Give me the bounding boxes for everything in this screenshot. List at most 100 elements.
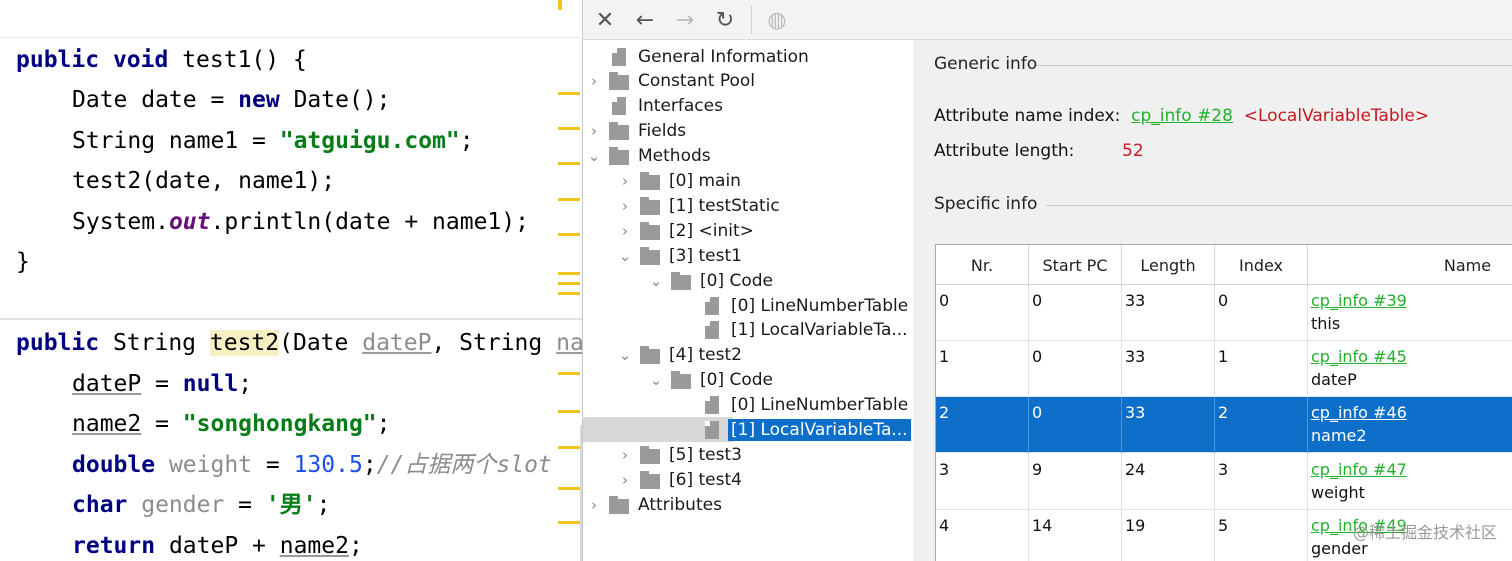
table-row[interactable]: 2 0 33 2 cp_info #46 name2: [936, 397, 1512, 454]
gutter-marker[interactable]: [558, 92, 580, 95]
gutter-marker[interactable]: [558, 282, 580, 285]
tree-node[interactable]: General Information: [585, 44, 809, 69]
tree-node-label: General Information: [638, 46, 809, 67]
table-row[interactable]: 3 9 24 3 cp_info #47 weight: [936, 453, 1512, 510]
gutter-marker[interactable]: [558, 162, 580, 165]
tree-node[interactable]: › [0] main: [616, 169, 741, 194]
variable-name: name2: [1311, 426, 1367, 446]
tree-node[interactable]: [1] LocalVariableTa...: [678, 418, 911, 443]
cell-nr: 0: [936, 285, 1029, 341]
code-line[interactable]: dateP = null;: [72, 370, 252, 398]
chevron-down-icon[interactable]: ⌄: [585, 147, 603, 165]
column-header-start-pc[interactable]: Start PC: [1029, 245, 1122, 285]
tree-node[interactable]: › Fields: [585, 119, 686, 144]
chevron-right-icon[interactable]: ›: [585, 122, 603, 140]
code-line[interactable]: Date date = new Date();: [72, 86, 391, 114]
code-line[interactable]: String name1 = "atguigu.com";: [72, 127, 474, 155]
column-header-name[interactable]: Name: [1308, 245, 1512, 285]
chevron-right-icon[interactable]: ›: [585, 496, 603, 514]
keyword: double: [72, 452, 156, 478]
document-icon: [609, 47, 629, 66]
code-line[interactable]: public void test1() {: [16, 46, 307, 74]
tree-node[interactable]: ⌄ [3] test1: [616, 243, 742, 268]
tree-node[interactable]: › [6] test4: [616, 467, 742, 492]
cell-start-pc: 9: [1029, 453, 1122, 510]
folder-icon: [609, 122, 629, 141]
tree-node[interactable]: › [5] test3: [616, 442, 742, 467]
chevron-down-icon[interactable]: ⌄: [647, 272, 665, 290]
code-line[interactable]: char gender = '男';: [72, 491, 330, 519]
table-row[interactable]: 1 0 33 1 cp_info #45 dateP: [936, 341, 1512, 398]
tree-node-label: [5] test3: [669, 444, 742, 465]
tree-node[interactable]: ⌄ [0] Code: [647, 368, 773, 393]
code-line[interactable]: System.out.println(date + name1);: [72, 208, 529, 236]
bytecode-viewer: ✕ ← → ↻ ◍ General Information › Constant P…: [582, 0, 1512, 561]
keyword: void: [112, 47, 169, 73]
close-icon[interactable]: ✕: [591, 6, 619, 34]
tree-node[interactable]: ⌄ [4] test2: [616, 343, 742, 368]
chevron-down-icon[interactable]: ⌄: [616, 247, 634, 265]
arrow-right-icon[interactable]: →: [671, 6, 699, 34]
gutter-marker[interactable]: [558, 446, 580, 449]
tree-node[interactable]: › Constant Pool: [585, 69, 755, 94]
code-text: System.: [72, 209, 169, 235]
tree-node[interactable]: [0] LineNumberTable: [678, 393, 908, 418]
code-line[interactable]: }: [16, 248, 30, 276]
cp-info-link[interactable]: cp_info #39: [1311, 291, 1407, 310]
column-header-index[interactable]: Index: [1215, 245, 1308, 285]
table-row[interactable]: 0 0 33 0 cp_info #39 this: [936, 285, 1512, 341]
name-index-link[interactable]: cp_info #28: [1131, 106, 1233, 126]
code-line[interactable]: test2(date, name1);: [72, 167, 335, 195]
column-header-nr[interactable]: Nr.: [936, 245, 1029, 285]
code-line[interactable]: name2 = "songhongkang";: [72, 410, 391, 438]
gutter-marker[interactable]: [558, 292, 580, 295]
tree-node[interactable]: Interfaces: [585, 94, 723, 119]
tree-node[interactable]: › [2] <init>: [616, 218, 754, 243]
gutter-marker[interactable]: [558, 372, 580, 375]
code-line[interactable]: public String test2(Date dateP, String n…: [16, 329, 582, 357]
cell-name: cp_info #39 this: [1308, 285, 1512, 341]
tree-node[interactable]: [1] LocalVariableTa...: [678, 318, 908, 343]
tree-node[interactable]: [0] LineNumberTable: [678, 293, 908, 318]
tree-node-label: [0] LineNumberTable: [731, 395, 909, 416]
chevron-right-icon[interactable]: ›: [616, 197, 634, 215]
globe-icon[interactable]: ◍: [763, 6, 791, 34]
structure-tree[interactable]: General Information › Constant Pool Interfa…: [583, 40, 913, 561]
gutter-marker[interactable]: [558, 521, 580, 524]
local-variable-table[interactable]: Nr. Start PC Length Index Name 0 0 33 0 cp_i…: [935, 244, 1512, 561]
column-header-length[interactable]: Length: [1122, 245, 1215, 285]
document-icon: [702, 421, 722, 439]
keyword: char: [72, 492, 128, 518]
tree-node[interactable]: › [1] testStatic: [616, 193, 780, 218]
chevron-right-icon[interactable]: ›: [616, 446, 634, 464]
cell-name: cp_info #46 name2: [1308, 397, 1512, 453]
chevron-down-icon[interactable]: ⌄: [647, 371, 665, 389]
code-text: dateP +: [155, 533, 280, 559]
code-line[interactable]: return dateP + name2;: [72, 532, 363, 560]
variable: gender: [127, 492, 225, 518]
chevron-right-icon[interactable]: ›: [616, 222, 634, 240]
tree-node[interactable]: ⌄ [0] Code: [647, 268, 773, 293]
gutter-marker[interactable]: [558, 487, 580, 490]
code-editor[interactable]: public void test1() { Date date = new Da…: [0, 0, 582, 561]
chevron-right-icon[interactable]: ›: [616, 471, 634, 489]
cp-info-link[interactable]: cp_info #45: [1311, 347, 1407, 366]
chevron-right-icon[interactable]: ›: [585, 72, 603, 90]
gutter-marker[interactable]: [558, 198, 580, 201]
arrow-left-icon[interactable]: ←: [631, 6, 659, 34]
folder-icon: [640, 196, 660, 215]
cp-info-link[interactable]: cp_info #46: [1311, 403, 1407, 422]
gutter-marker[interactable]: [558, 233, 580, 236]
code-line[interactable]: double weight = 130.5;//占据两个slot: [72, 451, 552, 479]
gutter-marker[interactable]: [558, 272, 580, 275]
tree-node[interactable]: › Attributes: [585, 492, 722, 517]
editor-marker: [558, 0, 562, 10]
chevron-down-icon[interactable]: ⌄: [616, 346, 634, 364]
code-text: ;: [316, 492, 331, 518]
tree-node[interactable]: ⌄ Methods: [585, 144, 711, 169]
gutter-marker[interactable]: [558, 410, 580, 413]
cp-info-link[interactable]: cp_info #47: [1311, 460, 1407, 479]
chevron-right-icon[interactable]: ›: [616, 172, 634, 190]
gutter-marker[interactable]: [558, 127, 580, 130]
reload-icon[interactable]: ↻: [711, 6, 739, 34]
